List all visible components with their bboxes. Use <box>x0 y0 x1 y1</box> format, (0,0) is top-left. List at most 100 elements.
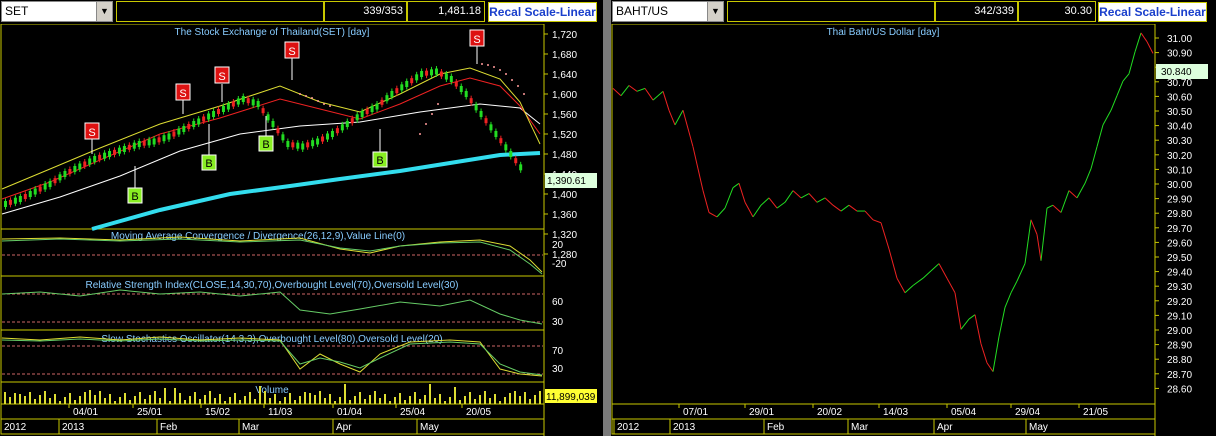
candle-body <box>474 104 478 111</box>
volume-bar <box>104 398 106 404</box>
candle-body <box>325 133 329 140</box>
candle-body <box>58 174 62 181</box>
y-tick-label: 28.90 <box>1167 341 1192 352</box>
y-tick-label: 1,560 <box>552 110 577 121</box>
volume-bar <box>184 400 186 404</box>
volume-bar <box>259 386 261 404</box>
baht-segment <box>832 204 842 212</box>
candle-body <box>395 88 399 94</box>
baht-segment <box>992 336 1000 372</box>
candle-body <box>306 142 310 148</box>
y-tick-label: 28.70 <box>1167 370 1192 381</box>
recal-scale-button[interactable]: Recal Scale-Linear <box>488 2 597 22</box>
y-tick-label: 29.00 <box>1167 326 1192 337</box>
y-tick-label: 29.60 <box>1167 238 1192 249</box>
volume-bar <box>354 396 356 404</box>
sell-signal: S <box>214 66 230 102</box>
y-tick-label: 1,400 <box>552 190 577 201</box>
rsi-title: Relative Strength Index(CLOSE,14,30,70),… <box>86 280 459 291</box>
sell-label: S <box>473 34 480 46</box>
volume-bar <box>64 397 66 404</box>
baht-segment <box>1134 32 1142 53</box>
date-tick-label: 07/01 <box>683 407 708 418</box>
y-tick-label: 30.70 <box>1167 78 1192 89</box>
month-label: Feb <box>767 422 785 433</box>
volume-bar <box>289 393 291 404</box>
candle-body <box>152 138 156 145</box>
candle-body <box>73 166 77 172</box>
date-tick-label: 25/04 <box>400 407 425 418</box>
panel-splitter[interactable] <box>603 0 611 436</box>
recal-scale-button[interactable]: Recal Scale-Linear <box>1098 2 1207 22</box>
baht-segment <box>776 201 786 209</box>
candle-body <box>122 146 126 152</box>
month-label: Feb <box>160 422 178 433</box>
date-tick-label: 05/04 <box>951 407 976 418</box>
volume-bar <box>539 391 541 404</box>
volume-bar <box>474 399 476 404</box>
macd-tick: 20 <box>552 240 564 251</box>
candle-body <box>93 156 97 162</box>
buy-signal: B <box>201 124 217 171</box>
candle-body <box>415 74 419 81</box>
baht-segment <box>702 190 710 213</box>
month-axis-labels: 2012 2013 Feb Mar Apr May <box>613 419 1048 434</box>
set-chart-svg[interactable]: S S S S S B B B B The Stock Exchange of … <box>0 24 603 436</box>
month-label: May <box>420 422 439 433</box>
stoch-tick: 70 <box>552 346 564 357</box>
candle-body <box>400 84 404 91</box>
baht-segment <box>1004 292 1012 308</box>
volume-bar <box>444 401 446 404</box>
volume-bar <box>74 400 76 404</box>
baht-segment <box>912 277 924 286</box>
volume-bar <box>144 399 146 404</box>
candle-body <box>88 158 92 165</box>
y-tick-label: 30.10 <box>1167 165 1192 176</box>
baht-segment <box>1010 280 1018 294</box>
candle-body <box>98 154 102 160</box>
candle-body <box>266 114 270 121</box>
baht-chart-svg[interactable]: Thai Baht/US Dollar [day] 31.00 30.90 30.8… <box>611 24 1216 436</box>
baht-segment <box>1090 146 1098 169</box>
chevron-down-icon[interactable]: ▼ <box>96 2 112 21</box>
volume-bar <box>344 384 346 404</box>
chevron-down-icon[interactable]: ▼ <box>707 2 723 21</box>
month-label: Mar <box>242 422 260 433</box>
buy-label: B <box>205 158 212 170</box>
last-price-label: 1,390.61 <box>547 176 586 187</box>
volume-bar <box>94 395 96 404</box>
volume-bar <box>119 397 121 404</box>
candle-body <box>449 76 453 82</box>
candle-body <box>38 186 42 192</box>
volume-bar <box>19 394 21 404</box>
set-chart-panel: SET ▼ 339/353 1,481.18 Recal Scale-Linea… <box>0 0 603 436</box>
rsi-tick: 60 <box>552 297 564 308</box>
volume-bar <box>369 395 371 404</box>
candle-body <box>182 126 186 132</box>
baht-segment <box>1024 219 1032 264</box>
candle-body <box>212 111 216 117</box>
baht-segment <box>1146 41 1154 54</box>
date-axis-labels: 07/01 29/01 20/02 14/03 05/04 29/04 21/05 <box>678 404 1108 418</box>
date-tick-label: 29/01 <box>749 407 774 418</box>
candle-body <box>454 81 458 87</box>
candle-body <box>316 138 320 145</box>
counter-cell: 339/353 <box>324 1 407 22</box>
month-label: 2012 <box>617 422 640 433</box>
candle-body <box>286 141 290 147</box>
volume-bar <box>284 397 286 404</box>
sell-signal: S <box>469 29 485 64</box>
baht-segment <box>620 85 630 97</box>
volume-bar <box>124 393 126 404</box>
volume-bar <box>394 397 396 404</box>
volume-bar <box>329 394 331 404</box>
baht-segment <box>668 110 676 126</box>
volume-bar <box>129 400 131 404</box>
candle-body <box>202 116 206 122</box>
baht-segment <box>1046 204 1054 209</box>
date-tick-label: 01/04 <box>337 407 362 418</box>
baht-segment <box>904 285 914 294</box>
sell-label: S <box>288 46 295 58</box>
date-tick-label: 15/02 <box>205 407 230 418</box>
volume-bar <box>434 398 436 404</box>
